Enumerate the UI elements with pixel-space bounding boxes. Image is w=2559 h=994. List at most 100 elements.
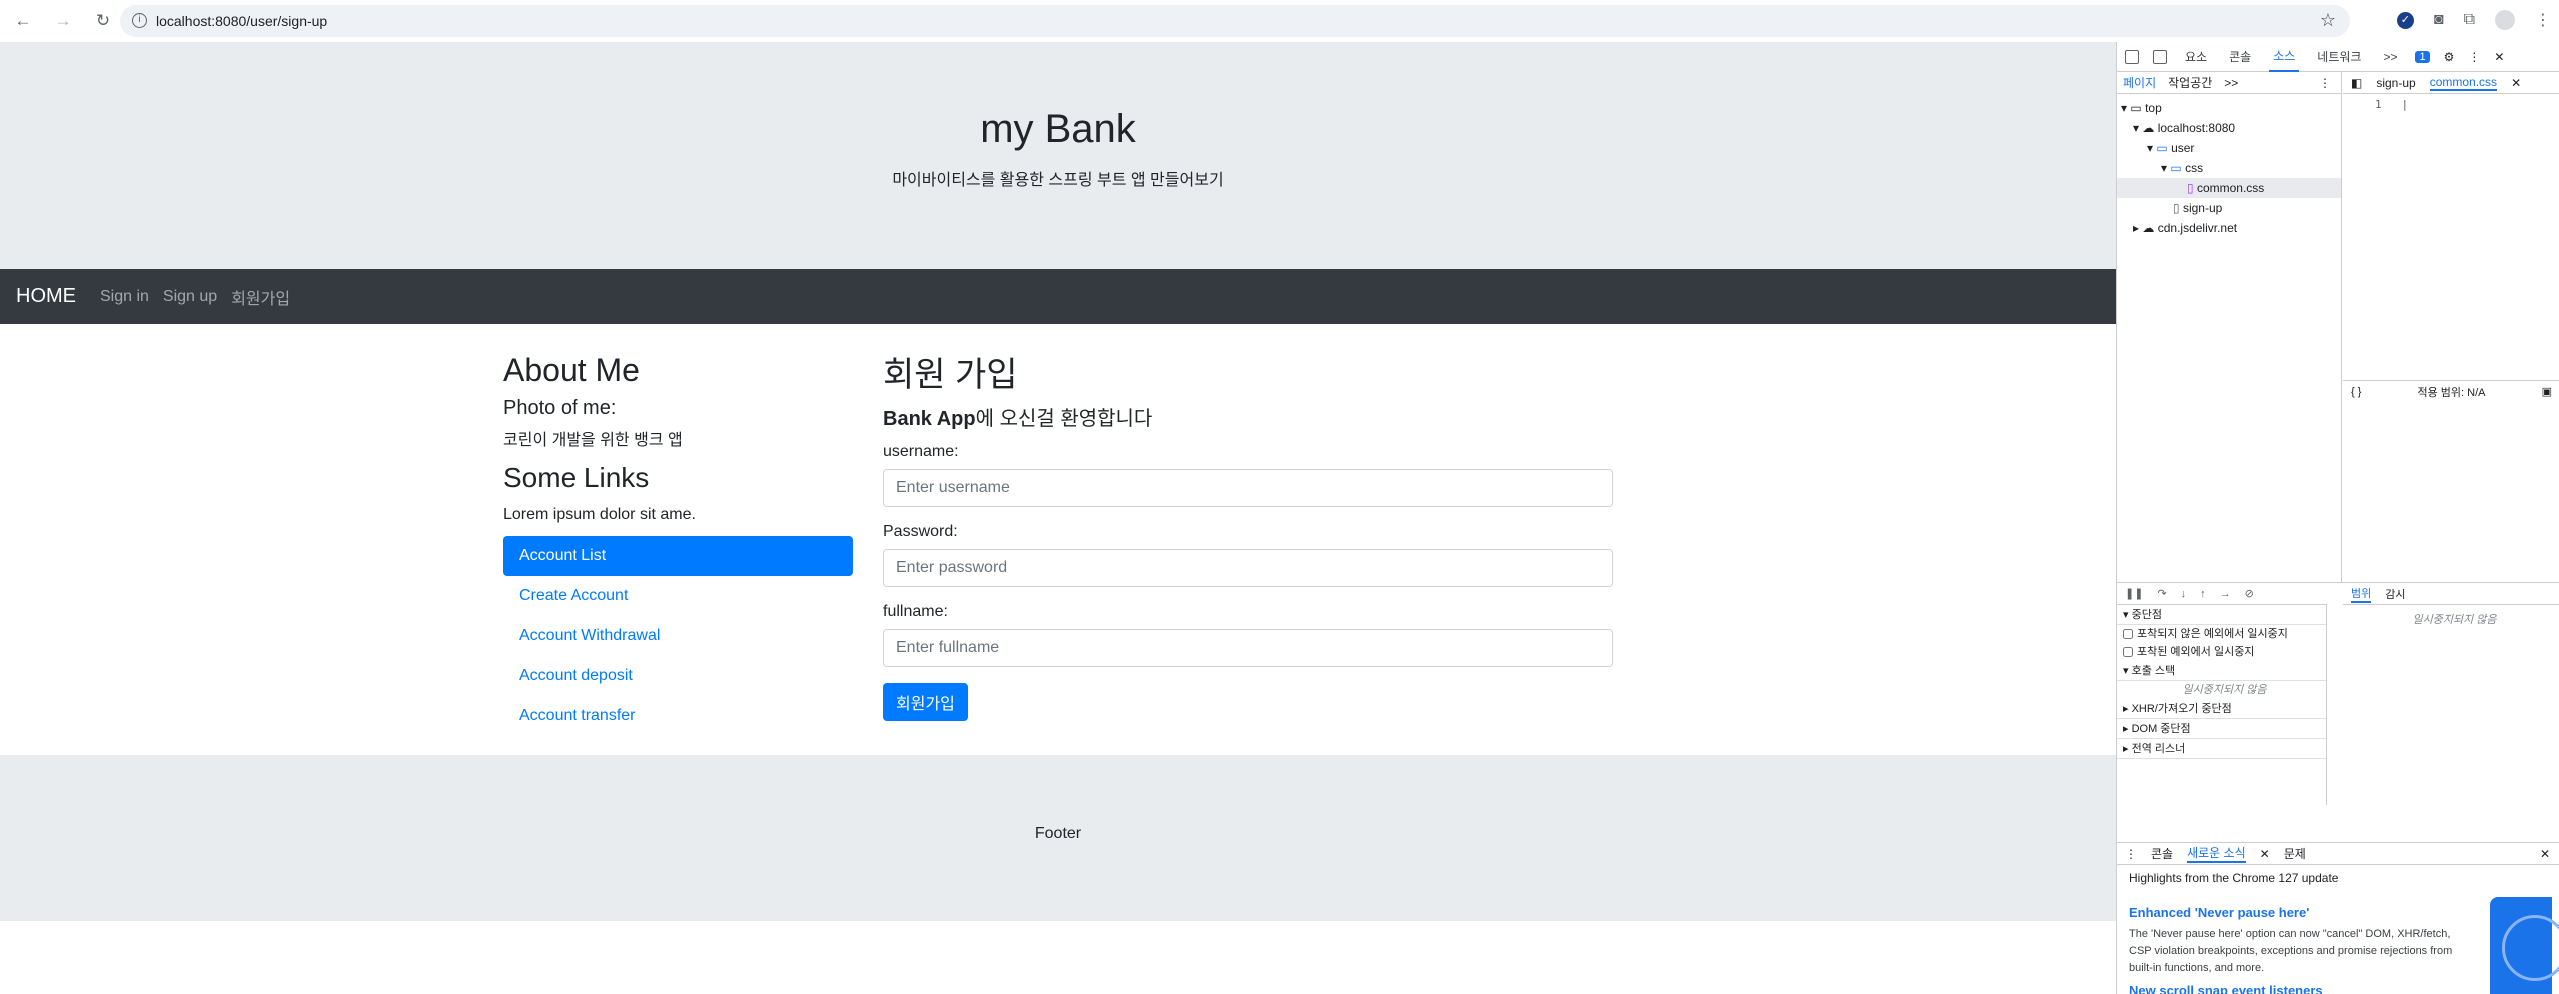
tree-host[interactable]: ▾ ☁ localhost:8080 — [2117, 118, 2341, 138]
tab-network[interactable]: 네트워크 — [2313, 42, 2365, 71]
links-heading: Some Links — [503, 462, 650, 493]
sources-navigator: 페이지 작업공간 >> ⋮ ▾ ▭ top ▾ ☁ localhost:8080… — [2117, 72, 2342, 582]
more-tabs-chevron-icon[interactable]: >> — [2379, 44, 2401, 70]
extension-check-icon[interactable]: ✓ — [2396, 11, 2414, 29]
close-tab-icon[interactable]: ✕ — [2511, 76, 2521, 90]
toggle-navigator-icon[interactable]: ◧ — [2351, 76, 2362, 90]
nav-home-link[interactable]: HOME — [16, 285, 76, 308]
close-drawer-icon[interactable]: ✕ — [2540, 847, 2550, 861]
welcome-text: Bank App에 오신걸 환영합니다 — [883, 402, 1613, 431]
tab-sources[interactable]: 소스 — [2269, 42, 2300, 72]
step-icon[interactable]: → — [2220, 588, 2231, 600]
account-deposit-link[interactable]: Account deposit — [503, 656, 853, 696]
username-input[interactable] — [883, 469, 1613, 507]
back-arrow-icon[interactable]: ← — [12, 10, 34, 32]
tree-cdn[interactable]: ▸ ☁ cdn.jsdelivr.net — [2117, 218, 2341, 238]
expand-triangle-icon: ▾ — [2161, 161, 2168, 175]
close-tab-icon[interactable]: ✕ — [2260, 847, 2270, 861]
step-into-icon[interactable]: ↓ — [2181, 588, 2187, 600]
username-label: username: — [883, 443, 959, 460]
tab-workspace[interactable]: 작업공간 — [2168, 74, 2212, 91]
frame-icon: ▭ — [2130, 101, 2142, 115]
nav-sign-up-link[interactable]: Sign up — [163, 288, 217, 306]
address-bar[interactable]: i localhost:8080/user/sign-up ☆ — [120, 5, 2350, 37]
editor-line[interactable]: 1 | — [2343, 94, 2559, 111]
signup-form-section: 회원 가입 Bank App에 오신걸 환영합니다 username: Pass… — [883, 347, 1613, 721]
tree-common-css-label: common.css — [2196, 181, 2265, 195]
reload-icon[interactable]: ↻ — [92, 10, 114, 32]
drawer-tab-whats-new[interactable]: 새로운 소식 — [2187, 844, 2246, 863]
navigator-tabs: 페이지 작업공간 >> ⋮ — [2117, 72, 2341, 94]
device-toggle-icon[interactable] — [2153, 49, 2167, 64]
tree-common-css[interactable]: ▯ common.css — [2117, 178, 2341, 198]
nav-register-link[interactable]: 회원가입 — [231, 285, 290, 309]
whats-new-item-title-2[interactable]: New scroll snap event listeners — [2129, 983, 2548, 994]
account-transfer-link[interactable]: Account transfer — [503, 696, 853, 736]
settings-gear-icon[interactable]: ⚙ — [2444, 50, 2455, 64]
tree-css-folder[interactable]: ▾ ▭ css — [2117, 158, 2341, 178]
navigator-more-chevron-icon[interactable]: >> — [2224, 76, 2238, 90]
expand-triangle-icon: ▾ — [2147, 141, 2154, 155]
pause-caught-checkbox[interactable] — [2123, 647, 2133, 658]
tree-sign-up[interactable]: ▯ sign-up — [2117, 198, 2341, 218]
pretty-print-icon[interactable]: { } — [2351, 386, 2361, 398]
editor-tab-sign-up[interactable]: sign-up — [2376, 76, 2415, 90]
scope-pane: 범위 감시 일시중지되지 않음 — [2343, 583, 2559, 803]
xhr-breakpoints-section[interactable]: ▸ XHR/가져오기 중단점 — [2117, 699, 2326, 719]
call-stack-section[interactable]: ▾ 호출 스택 — [2117, 661, 2326, 681]
step-out-icon[interactable]: ↑ — [2200, 588, 2206, 600]
fullname-input[interactable] — [883, 629, 1613, 667]
pause-uncaught-checkbox[interactable] — [2123, 629, 2133, 640]
signup-submit-button[interactable]: 회원가입 — [883, 683, 968, 721]
browser-menu-icon[interactable]: ⋮ — [2535, 10, 2551, 30]
pause-icon[interactable]: ❚❚ — [2125, 587, 2143, 600]
tab-elements[interactable]: 요소 — [2181, 42, 2211, 71]
password-input[interactable] — [883, 549, 1613, 587]
tab-scope[interactable]: 범위 — [2351, 585, 2372, 603]
tree-user-label: user — [2171, 141, 2195, 155]
password-label: Password: — [883, 523, 958, 540]
devtools-main-tabs: 요소 콘솔 소스 네트워크 >> 1 ⚙ ⋮ ✕ — [2117, 42, 2559, 72]
breakpoints-section[interactable]: ▾ 중단점 — [2117, 605, 2326, 625]
photo-caption: 코린이 개발을 위한 뱅크 앱 — [503, 432, 683, 449]
close-icon[interactable]: ✕ — [2494, 50, 2504, 64]
tree-user-folder[interactable]: ▾ ▭ user — [2117, 138, 2341, 158]
promo-illustration — [2490, 897, 2559, 994]
deactivate-breakpoints-icon[interactable]: ⊘ — [2245, 587, 2254, 600]
issues-badge[interactable]: 1 — [2415, 50, 2430, 63]
camera-icon[interactable]: ◙ — [2434, 11, 2444, 29]
inspect-element-icon[interactable] — [2125, 49, 2139, 64]
drawer-toggle-icon[interactable]: ▣ — [2542, 385, 2552, 398]
editor-tab-common-css[interactable]: common.css — [2429, 75, 2498, 91]
forward-arrow-icon[interactable]: → — [52, 10, 74, 32]
devtools-menu-icon[interactable]: ⋮ — [2468, 50, 2480, 64]
welcome-rest: 에 오신걸 환영합니다 — [975, 408, 1153, 430]
tree-host-label: localhost:8080 — [2157, 121, 2236, 135]
profile-avatar-icon[interactable] — [2495, 10, 2515, 30]
breakpoints-title: 중단점 — [2131, 609, 2162, 621]
drawer-tab-console[interactable]: 콘솔 — [2151, 845, 2173, 862]
tree-top[interactable]: ▾ ▭ top — [2117, 98, 2341, 118]
drawer-tab-issues[interactable]: 문제 — [2284, 845, 2306, 862]
step-over-icon[interactable]: ↷ — [2157, 587, 2166, 600]
extensions-puzzle-icon[interactable]: ⧉ — [2464, 11, 2475, 29]
account-list-link[interactable]: Account List — [503, 536, 853, 576]
extension-area: ✓ ◙ ⧉ ⋮ — [2396, 10, 2551, 30]
global-listeners-section[interactable]: ▸ 전역 리스너 — [2117, 739, 2326, 759]
tab-watch[interactable]: 감시 — [2385, 586, 2405, 602]
collapse-triangle-icon: ▸ — [2133, 221, 2140, 235]
dom-breakpoints-section[interactable]: ▸ DOM 중단점 — [2117, 719, 2326, 739]
whats-new-item-title[interactable]: Enhanced 'Never pause here' — [2129, 905, 2548, 920]
site-info-icon[interactable]: i — [132, 13, 147, 28]
username-group: username: — [883, 443, 1613, 507]
bookmark-star-icon[interactable]: ☆ — [2320, 10, 2336, 31]
tab-console[interactable]: 콘솔 — [2225, 42, 2255, 71]
tab-page[interactable]: 페이지 — [2123, 74, 2156, 91]
account-withdrawal-link[interactable]: Account Withdrawal — [503, 616, 853, 656]
drawer-menu-icon[interactable]: ⋮ — [2125, 847, 2137, 861]
navigator-menu-icon[interactable]: ⋮ — [2319, 76, 2331, 90]
highlights-heading: Highlights from the Chrome 127 update — [2129, 871, 2339, 885]
nav-sign-in-link[interactable]: Sign in — [100, 288, 149, 306]
call-stack-title: 호출 스택 — [2131, 665, 2176, 677]
create-account-link[interactable]: Create Account — [503, 576, 853, 616]
